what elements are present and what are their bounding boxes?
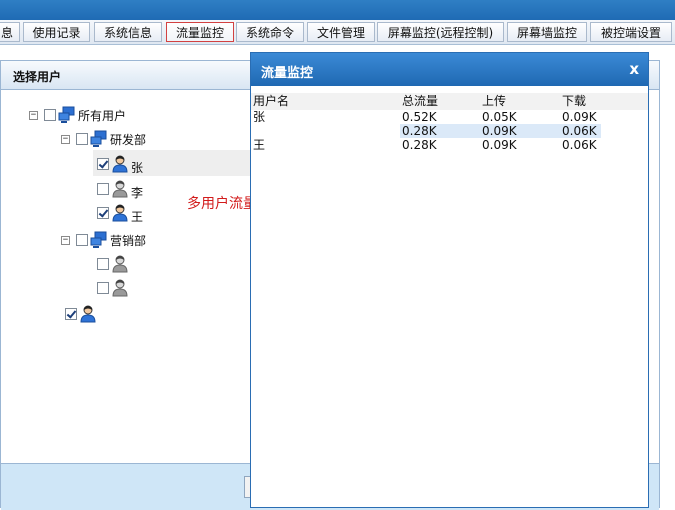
tab-bar: 息 使用记录 系统信息 流量监控 系统命令 文件管理 屏幕监控(远程控制) 屏幕… [0, 20, 675, 45]
top-banner [0, 0, 675, 20]
checkbox-checked[interactable] [97, 207, 109, 219]
user-offline-icon [112, 279, 128, 297]
tree-user-li[interactable]: 李 [97, 180, 144, 200]
checkbox[interactable] [97, 183, 109, 195]
checkbox-checked[interactable] [97, 158, 109, 170]
table-cell: 王 [253, 138, 266, 152]
tab-screen-monitor[interactable]: 屏幕监控(远程控制) [377, 22, 504, 42]
collapse-icon[interactable]: − [61, 235, 70, 245]
tree-user-wang[interactable]: 王 [97, 204, 144, 224]
table-cell: 0.09K [482, 124, 517, 138]
tree-label: 所有用户 [78, 108, 127, 123]
tree-label: 王 [131, 209, 144, 224]
checkbox[interactable] [76, 234, 88, 246]
tree-label: 研发部 [110, 132, 147, 147]
column-header: 用户名 [253, 94, 290, 108]
traffic-table: 用户名 总流量 上传 下载 张 0.52K 0.05K 0.09K 0.28K … [251, 93, 648, 152]
checkbox[interactable] [97, 282, 109, 294]
tab-system-command[interactable]: 系统命令 [236, 22, 304, 42]
tree-root[interactable]: − 所有用户 [29, 106, 126, 124]
collapse-icon[interactable]: − [29, 110, 38, 120]
user-offline-icon [112, 255, 128, 273]
table-cell: 0.52K [402, 110, 437, 124]
user-online-icon [112, 155, 128, 173]
table-cell: 0.28K [402, 138, 437, 152]
checkbox[interactable] [97, 258, 109, 270]
table-cell: 张 [253, 110, 266, 124]
dialog-header: 流量监控 x [251, 53, 648, 86]
tree-user-marketing-2[interactable] [97, 279, 131, 297]
table-cell: 0.06K [562, 124, 597, 138]
tab-system-info[interactable]: 系统信息 [94, 22, 162, 42]
column-header: 下载 [562, 94, 587, 108]
checkbox[interactable] [76, 133, 88, 145]
table-cell: 0.09K [482, 138, 517, 152]
network-group-icon [58, 106, 75, 123]
dialog-title: 流量监控 [261, 66, 314, 81]
panel-title: 选择用户 [13, 70, 62, 84]
close-icon[interactable]: x [629, 60, 639, 78]
table-row[interactable]: 张 0.52K 0.05K 0.09K [251, 110, 648, 124]
traffic-monitor-dialog: 流量监控 x 用户名 总流量 上传 下载 张 0.52K 0.05K 0.09K… [250, 52, 649, 508]
tab-client-settings[interactable]: 被控端设置 [590, 22, 672, 42]
table-row[interactable]: 王 0.28K 0.09K 0.06K [251, 138, 648, 152]
tab-file-management[interactable]: 文件管理 [307, 22, 375, 42]
network-group-icon [90, 130, 107, 147]
table-row[interactable]: 0.28K 0.09K 0.06K [251, 124, 648, 138]
tab-screen-wall[interactable]: 屏幕墙监控 [507, 22, 587, 42]
tree-dept-rd[interactable]: − 研发部 [61, 130, 146, 148]
column-header: 总流量 [402, 94, 439, 108]
tab-usage-records[interactable]: 使用记录 [23, 22, 90, 42]
tree-label: 张 [131, 160, 144, 175]
user-offline-icon [112, 180, 128, 198]
collapse-icon[interactable]: − [61, 134, 70, 144]
tree-user-marketing-1[interactable] [97, 255, 131, 273]
user-online-icon [80, 305, 96, 323]
checkbox-checked[interactable] [65, 308, 77, 320]
tab-traffic-monitor[interactable]: 流量监控 [166, 22, 234, 42]
user-online-icon [112, 204, 128, 222]
tab-info[interactable]: 息 [0, 22, 20, 42]
tree-user-zhang[interactable]: 张 [97, 155, 144, 175]
table-cell: 0.28K [402, 124, 437, 138]
network-group-icon [90, 231, 107, 248]
table-cell: 0.06K [562, 138, 597, 152]
checkbox[interactable] [44, 109, 56, 121]
table-cell: 0.09K [562, 110, 597, 124]
tree-label: 李 [131, 185, 144, 200]
tree-label: 营销部 [110, 233, 147, 248]
tree-dept-marketing[interactable]: − 营销部 [61, 231, 146, 249]
table-header: 用户名 总流量 上传 下载 [251, 93, 648, 110]
column-header: 上传 [482, 94, 507, 108]
table-cell: 0.05K [482, 110, 517, 124]
tree-user-unassigned[interactable] [65, 305, 99, 323]
